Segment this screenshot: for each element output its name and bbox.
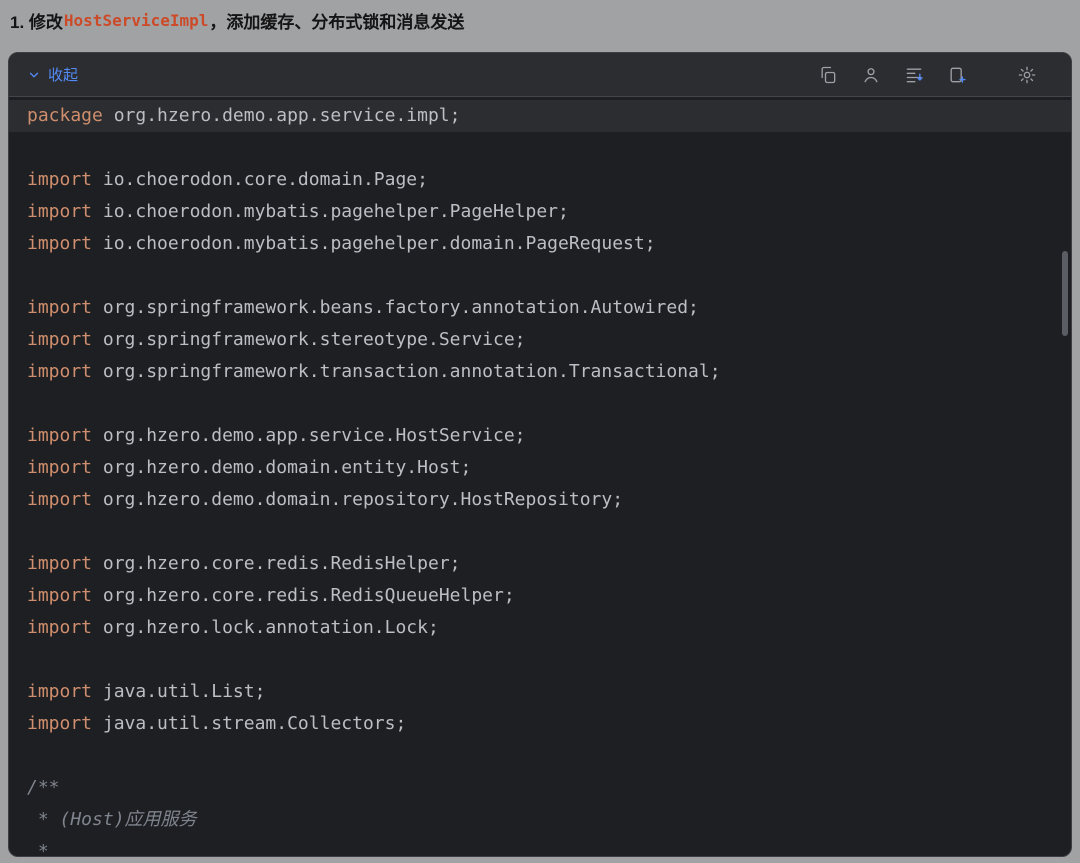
code-line — [9, 516, 1071, 548]
scrollbar-thumb[interactable] — [1062, 251, 1068, 336]
code-line: import java.util.List; — [9, 676, 1071, 708]
code-toolbar — [816, 63, 1039, 87]
code-line: import org.hzero.demo.domain.repository.… — [9, 484, 1071, 516]
code-line: import org.springframework.transaction.a… — [9, 356, 1071, 388]
code-line: * — [9, 836, 1071, 856]
code-line: /** — [9, 772, 1071, 804]
settings-icon[interactable] — [1015, 63, 1039, 87]
code-line — [9, 740, 1071, 772]
code-line: import io.choerodon.core.domain.Page; — [9, 164, 1071, 196]
code-line: import org.hzero.demo.domain.entity.Host… — [9, 452, 1071, 484]
insert-at-caret-icon[interactable] — [902, 63, 926, 87]
code-line: import org.hzero.lock.annotation.Lock; — [9, 612, 1071, 644]
heading-prefix: 1. 修改 — [10, 8, 63, 33]
code-line: * (Host)应用服务 — [9, 804, 1071, 836]
code-line: import org.hzero.core.redis.RedisQueueHe… — [9, 580, 1071, 612]
section-heading: 1. 修改HostServiceImpl，添加缓存、分布式锁和消息发送 — [10, 4, 1070, 36]
code-line — [9, 260, 1071, 292]
code-line — [9, 388, 1071, 420]
code-line: package org.hzero.demo.app.service.impl; — [9, 100, 1071, 132]
code-line — [9, 132, 1071, 164]
code-line: import org.springframework.stereotype.Se… — [9, 324, 1071, 356]
code-line: import io.choerodon.mybatis.pagehelper.d… — [9, 228, 1071, 260]
heading-inline-code: HostServiceImpl — [63, 11, 210, 30]
code-line: import io.choerodon.mybatis.pagehelper.P… — [9, 196, 1071, 228]
page: 1. 修改HostServiceImpl，添加缓存、分布式锁和消息发送 收起 — [0, 0, 1080, 863]
code-line — [9, 644, 1071, 676]
code-panel-header: 收起 — [9, 53, 1071, 97]
code-line: import org.hzero.core.redis.RedisHelper; — [9, 548, 1071, 580]
collapse-button[interactable]: 收起 — [27, 64, 78, 85]
code-line: import org.springframework.beans.factory… — [9, 292, 1071, 324]
copy-icon[interactable] — [816, 63, 840, 87]
code-panel: 收起 — [8, 52, 1072, 857]
code-area[interactable]: package org.hzero.demo.app.service.impl;… — [9, 97, 1071, 856]
chevron-down-icon — [27, 68, 41, 82]
code-line: import java.util.stream.Collectors; — [9, 708, 1071, 740]
heading-suffix: ，添加缓存、分布式锁和消息发送 — [209, 8, 464, 33]
user-icon[interactable] — [859, 63, 883, 87]
code-line: import org.hzero.demo.app.service.HostSe… — [9, 420, 1071, 452]
copy-to-new-file-icon[interactable] — [945, 63, 969, 87]
collapse-label: 收起 — [48, 64, 78, 85]
